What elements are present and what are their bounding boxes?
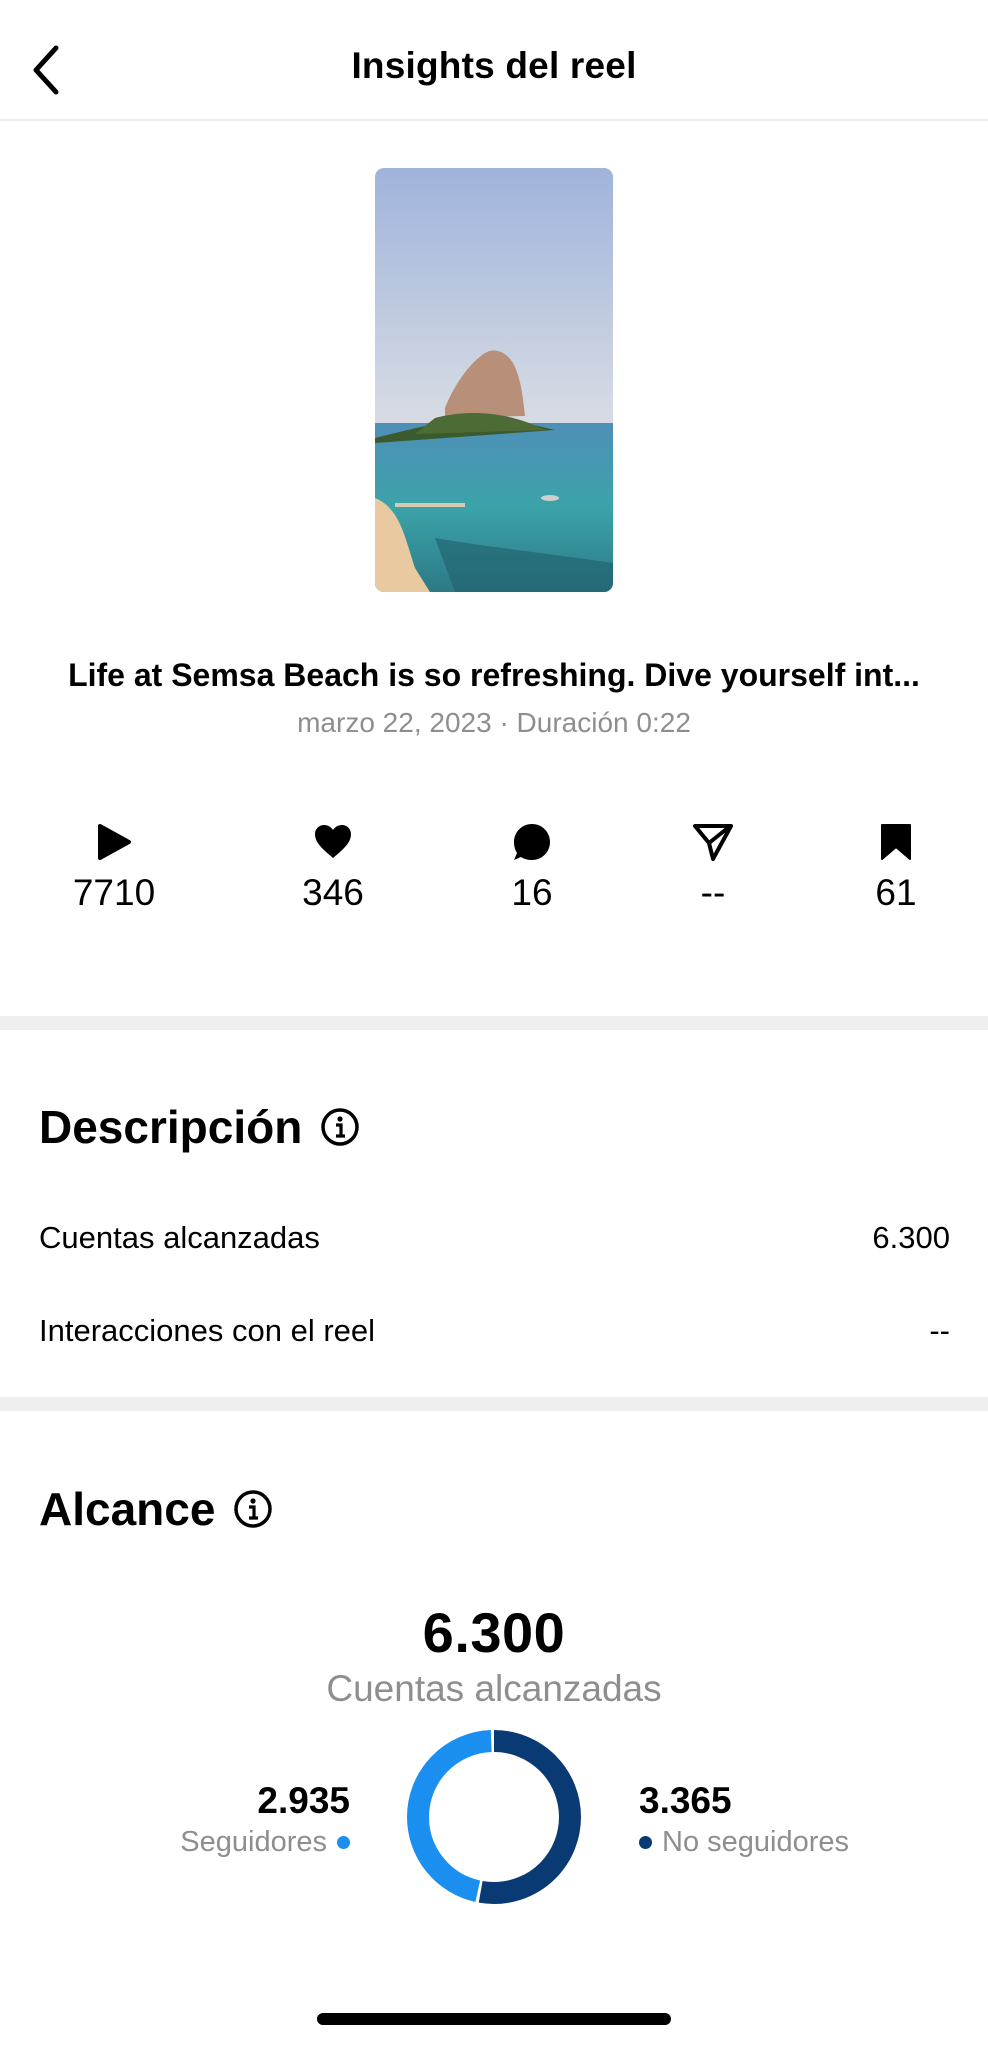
comment-icon (514, 824, 550, 860)
reel-caption: Life at Semsa Beach is so refreshing. Di… (68, 657, 920, 693)
reach-total-label: Cuentas alcanzadas (326, 1668, 662, 1709)
play-icon (98, 824, 131, 860)
section-divider (0, 1016, 988, 1030)
reach-header: Alcance (39, 1482, 273, 1536)
stat-value: 346 (302, 872, 364, 913)
info-icon[interactable] (320, 1107, 360, 1147)
followers-dot (337, 1836, 350, 1849)
page-title: Insights del reel (351, 45, 637, 86)
stat-shares: -- (638, 820, 788, 914)
row-value: -- (929, 1313, 950, 1348)
row-label: Interacciones con el reel (39, 1313, 376, 1348)
share-icon (693, 824, 733, 861)
stat-plays: 7710 (39, 820, 189, 914)
stat-value: -- (700, 872, 726, 913)
non-followers-value: 3.365 (639, 1780, 732, 1821)
description-title: Descripción (39, 1101, 303, 1153)
description-row: Interacciones con el reel -- (39, 1313, 950, 1349)
reach-donut-chart (407, 1730, 581, 1904)
stat-value: 7710 (72, 872, 156, 913)
reach-total: 6.300 (422, 1601, 566, 1664)
beach-image (375, 168, 613, 592)
description-header: Descripción (39, 1100, 360, 1154)
followers-label: Seguidores (180, 1826, 327, 1858)
reel-thumbnail[interactable] (375, 168, 613, 592)
followers-value: 2.935 (257, 1780, 350, 1821)
non-followers-dot (639, 1836, 652, 1849)
stat-comments: 16 (457, 820, 607, 914)
info-icon[interactable] (233, 1489, 273, 1529)
non-followers-label: No seguidores (662, 1826, 849, 1858)
non-followers-legend: No seguidores (639, 1826, 849, 1859)
section-divider (0, 1397, 988, 1411)
stat-value: 61 (875, 872, 917, 913)
home-indicator (317, 2013, 671, 2025)
top-bar: Insights del reel (0, 0, 988, 121)
row-value: 6.300 (872, 1220, 950, 1255)
bookmark-icon (881, 824, 911, 860)
followers-legend: Seguidores (180, 1826, 350, 1859)
stat-saves: 61 (821, 820, 971, 914)
row-label: Cuentas alcanzadas (39, 1220, 320, 1255)
reach-title: Alcance (39, 1483, 216, 1535)
heart-icon (315, 825, 351, 858)
stat-likes: 346 (258, 820, 408, 914)
stat-value: 16 (511, 872, 553, 913)
reel-date-duration: marzo 22, 2023 · Duración 0:22 (297, 707, 691, 738)
description-row: Cuentas alcanzadas 6.300 (39, 1220, 950, 1256)
